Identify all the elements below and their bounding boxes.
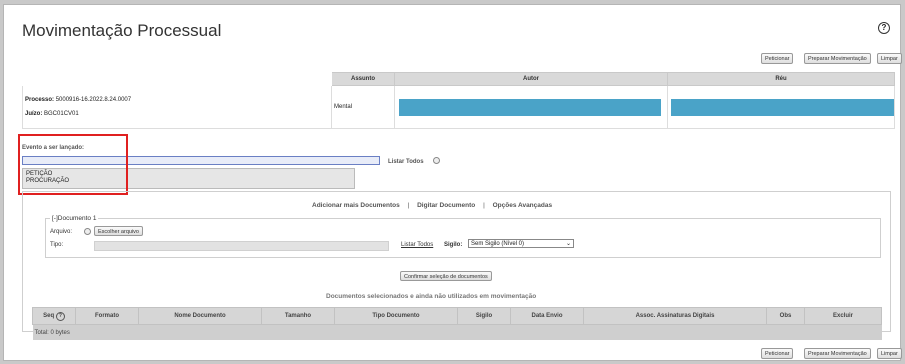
juizo-label: Juízo: <box>25 111 43 117</box>
page-title: Movimentação Processual <box>22 21 222 40</box>
processo-info: Processo: 5000916-16.2022.8.24.0007 Juíz… <box>22 85 332 129</box>
link-separator: | <box>483 202 485 209</box>
processo-number[interactable]: 5000916-16.2022.8.24.0007 <box>56 97 131 103</box>
tipo-label: Tipo: <box>50 242 64 248</box>
documents-section-title: Documentos selecionados e ainda não util… <box>326 293 537 300</box>
help-icon: ? <box>55 311 65 321</box>
processo-label: Processo: <box>25 97 55 103</box>
header-reu: Réu <box>667 72 895 86</box>
limpar-button-bottom[interactable]: Limpar <box>877 348 902 359</box>
help-icon[interactable]: ? <box>878 22 890 34</box>
documento-legend[interactable]: [-]Documento 1 <box>50 215 99 222</box>
assunto-cell: Mental <box>331 85 395 129</box>
assunto-value: Mental <box>334 104 353 110</box>
tipo-listar-todos[interactable]: Listar Todos <box>401 242 433 248</box>
autor-cell <box>394 85 668 129</box>
col-tamanho[interactable]: Tamanho <box>261 307 335 325</box>
page-container: Movimentação Processual ? Peticionar Pre… <box>3 4 902 361</box>
col-formato[interactable]: Formato <box>75 307 139 325</box>
link-separator: | <box>407 202 410 209</box>
col-nome-documento[interactable]: Nome Documento <box>138 307 262 325</box>
sigilo-label: Sigilo: <box>444 242 463 248</box>
col-assoc-assinaturas[interactable]: Assoc. Assinaturas Digitais <box>583 307 767 325</box>
escolher-arquivo-button[interactable]: Escolher arquivo <box>94 226 143 236</box>
col-obs[interactable]: Obs <box>766 307 805 325</box>
col-sigilo[interactable]: Sigilo <box>457 307 511 325</box>
highlight-box <box>18 134 128 195</box>
arquivo-radio-icon[interactable] <box>84 228 91 235</box>
documents-table: Seq ? Formato Nome Documento Tamanho Tip… <box>32 307 882 340</box>
chevron-down-icon: ⌄ <box>565 241 571 247</box>
processo-table: Assunto Autor Réu Processo: 5000916-16.2… <box>22 72 895 129</box>
arquivo-label: Arquivo: <box>50 229 73 235</box>
limpar-button[interactable]: Limpar <box>877 53 902 64</box>
confirmar-selecao-button[interactable]: Confirmar seleção de documentos <box>400 271 492 281</box>
preparar-movimentacao-button-bottom[interactable]: Preparar Movimentação <box>804 348 871 359</box>
peticionar-button[interactable]: Peticionar <box>761 53 794 64</box>
reu-redacted <box>671 98 894 116</box>
peticionar-button-bottom[interactable]: Peticionar <box>761 348 794 359</box>
header-assunto: Assunto <box>331 72 395 86</box>
listar-todos-evento[interactable]: Listar Todos <box>388 159 424 165</box>
preparar-movimentacao-button[interactable]: Preparar Movimentação <box>804 53 871 64</box>
documents-links: Adicionar mais Documentos | Digitar Docu… <box>312 202 552 209</box>
col-data-envio[interactable]: Data Envio <box>510 307 584 325</box>
reu-cell <box>667 85 895 129</box>
col-seq[interactable]: Seq ? <box>32 307 76 325</box>
col-tipo-documento[interactable]: Tipo Documento <box>334 307 458 325</box>
digitar-documento-link[interactable]: Digitar Documento <box>417 202 475 209</box>
opcoes-avancadas-link[interactable]: Opções Avançadas <box>493 202 553 209</box>
juizo-value: BGC01CV01 <box>44 111 79 117</box>
header-autor: Autor <box>394 72 668 86</box>
adicionar-documentos-link[interactable]: Adicionar mais Documentos <box>312 202 400 209</box>
sigilo-value: Sem Sigilo (Nível 0) <box>471 241 525 247</box>
total-row: Total: 0 bytes <box>32 324 882 340</box>
sigilo-select[interactable]: Sem Sigilo (Nível 0) ⌄ <box>468 239 574 248</box>
autor-redacted <box>399 98 661 116</box>
tipo-input[interactable] <box>94 241 389 251</box>
col-excluir[interactable]: Excluir <box>804 307 882 325</box>
documento-fieldset <box>45 218 881 258</box>
listar-todos-radio-icon[interactable] <box>433 157 440 164</box>
